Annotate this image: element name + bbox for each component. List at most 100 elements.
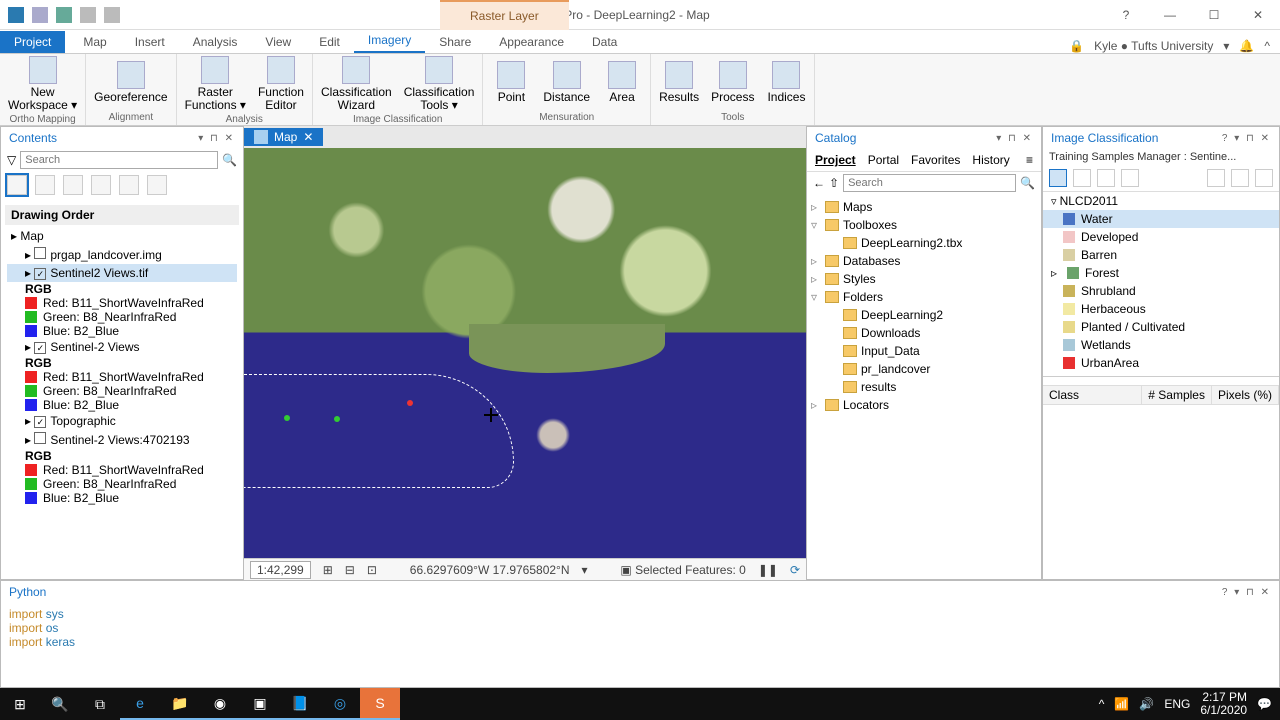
qa-open-icon[interactable] <box>32 7 48 23</box>
ic-panel-controls[interactable]: ? ▾ ⊓ ✕ <box>1222 133 1271 144</box>
task-view[interactable]: ⧉ <box>80 688 120 720</box>
taskbar-explorer[interactable]: 📁 <box>160 688 200 720</box>
list-by-drawing-order[interactable] <box>7 175 27 195</box>
catalog-maps[interactable]: ▹Maps <box>811 198 1037 216</box>
class-wetlands[interactable]: Wetlands <box>1043 336 1279 354</box>
catalog-results[interactable]: results <box>811 378 1037 396</box>
coords-dd-icon[interactable]: ▾ <box>582 563 588 577</box>
catalog-search-icon[interactable]: 🔍 <box>1020 176 1035 190</box>
class-urbanarea[interactable]: UrbanArea <box>1043 354 1279 372</box>
tab-appearance[interactable]: Appearance <box>485 31 578 53</box>
tab-view[interactable]: View <box>251 31 305 53</box>
list-by-labeling[interactable] <box>147 175 167 195</box>
panel-controls[interactable]: ▾ ⊓ ✕ <box>198 133 235 144</box>
list-by-selection[interactable] <box>63 175 83 195</box>
qa-save-icon[interactable] <box>56 7 72 23</box>
ribbon-process[interactable]: Process <box>711 61 754 104</box>
taskbar-terminal[interactable]: ▣ <box>240 688 280 720</box>
tab-data[interactable]: Data <box>578 31 631 53</box>
tab-project[interactable]: Project <box>0 31 65 53</box>
schema-root[interactable]: ▿ NLCD2011 <box>1043 192 1279 210</box>
catalog-deeplearning2[interactable]: DeepLearning2 <box>811 306 1037 324</box>
class-planted-cultivated[interactable]: Planted / Cultivated <box>1043 318 1279 336</box>
layer-topographic[interactable]: ▸ ✓Topographic <box>7 412 237 430</box>
catalog-folders[interactable]: ▿Folders <box>811 288 1037 306</box>
class-shrubland[interactable]: Shrubland <box>1043 282 1279 300</box>
catalog-styles[interactable]: ▹Styles <box>811 270 1037 288</box>
qa-undo-icon[interactable] <box>80 7 96 23</box>
up-icon[interactable]: ⇧ <box>829 176 839 190</box>
layer-sentinel-2-views[interactable]: ▸ ✓Sentinel-2 Views <box>7 338 237 356</box>
ribbon-raster[interactable]: RasterFunctions ▾ <box>185 56 246 112</box>
list-by-source[interactable] <box>35 175 55 195</box>
tab-insert[interactable]: Insert <box>121 31 179 53</box>
open-schema-icon[interactable] <box>1207 169 1225 187</box>
draw-rectangle-tool[interactable] <box>1049 169 1067 187</box>
ribbon-classification[interactable]: ClassificationWizard <box>321 56 392 112</box>
scale-selector[interactable]: 1:42,299 <box>250 561 311 579</box>
catalog-locators[interactable]: ▹Locators <box>811 396 1037 414</box>
minimize-button[interactable]: — <box>1148 0 1192 30</box>
python-panel-controls[interactable]: ? ▾ ⊓ ✕ <box>1222 587 1271 598</box>
status-tool-2[interactable]: ⊟ <box>345 563 355 577</box>
tray-wifi-icon[interactable]: 📶 <box>1114 697 1129 711</box>
draw-polygon-tool[interactable] <box>1097 169 1115 187</box>
refresh-icon[interactable]: ⟳ <box>790 563 800 577</box>
collapse-ribbon-icon[interactable]: ^ <box>1264 39 1270 53</box>
back-icon[interactable]: ← <box>813 176 825 190</box>
contents-search-input[interactable] <box>20 151 218 169</box>
ribbon-classification[interactable]: ClassificationTools ▾ <box>404 56 475 112</box>
taskbar-chrome[interactable]: ◉ <box>200 688 240 720</box>
ribbon-georeference[interactable]: Georeference <box>94 61 167 104</box>
tab-analysis[interactable]: Analysis <box>179 31 252 53</box>
tab-edit[interactable]: Edit <box>305 31 354 53</box>
ribbon-results[interactable]: Results <box>659 61 699 104</box>
layer-sentinel-2-views-4702193[interactable]: ▸ Sentinel-2 Views:4702193 <box>7 430 237 449</box>
catalog-deeplearning2-tbx[interactable]: DeepLearning2.tbx <box>811 234 1037 252</box>
class-water[interactable]: Water <box>1043 210 1279 228</box>
search-icon[interactable]: 🔍 <box>222 153 237 167</box>
ribbon-point[interactable]: Point <box>491 61 531 104</box>
tray-up-icon[interactable]: ^ <box>1099 697 1105 711</box>
save-schema-icon[interactable] <box>1255 169 1273 187</box>
catalog-tab-favorites[interactable]: Favorites <box>911 153 960 167</box>
layer-sentinel2-views-tif[interactable]: ▸ ✓Sentinel2 Views.tif <box>7 264 237 282</box>
user-name[interactable]: Kyle ● Tufts University <box>1094 39 1213 53</box>
tray-sound-icon[interactable]: 🔊 <box>1139 697 1154 711</box>
status-tool-1[interactable]: ⊞ <box>323 563 333 577</box>
filter-icon[interactable]: ▽ <box>7 153 16 167</box>
class-barren[interactable]: Barren <box>1043 246 1279 264</box>
close-map-tab-icon[interactable]: ✕ <box>303 130 313 144</box>
layer-prgap-landcover-img[interactable]: ▸ prgap_landcover.img <box>7 245 237 264</box>
map-canvas[interactable] <box>244 148 806 558</box>
catalog-toolboxes[interactable]: ▿Toolboxes <box>811 216 1037 234</box>
taskbar-app2[interactable]: ◎ <box>320 688 360 720</box>
list-by-editing[interactable] <box>91 175 111 195</box>
taskbar-edge[interactable]: e <box>120 688 160 720</box>
tray-clock[interactable]: 2:17 PM6/1/2020 <box>1200 691 1247 717</box>
catalog-panel-controls[interactable]: ▾ ⊓ ✕ <box>996 133 1033 144</box>
python-console[interactable]: import sysimport osimport keras <box>1 603 1279 653</box>
taskbar-app1[interactable]: 📘 <box>280 688 320 720</box>
qa-redo-icon[interactable] <box>104 7 120 23</box>
ribbon-distance[interactable]: Distance <box>543 61 590 104</box>
draw-circle-tool[interactable] <box>1073 169 1091 187</box>
taskbar-app3[interactable]: S <box>360 688 400 720</box>
tray-lang[interactable]: ENG <box>1164 697 1190 711</box>
catalog-search-input[interactable] <box>843 174 1016 192</box>
draw-freehand-tool[interactable] <box>1121 169 1139 187</box>
class-forest[interactable]: ▹Forest <box>1043 264 1279 282</box>
catalog-menu-icon[interactable]: ≡ <box>1026 153 1033 167</box>
close-button[interactable]: ✕ <box>1236 0 1280 30</box>
catalog-downloads[interactable]: Downloads <box>811 324 1037 342</box>
maximize-button[interactable]: ☐ <box>1192 0 1236 30</box>
status-tool-3[interactable]: ⊡ <box>367 563 377 577</box>
tab-imagery[interactable]: Imagery <box>354 29 425 53</box>
start-button[interactable]: ⊞ <box>0 688 40 720</box>
catalog-tab-project[interactable]: Project <box>815 153 856 167</box>
tab-share[interactable]: Share <box>425 31 485 53</box>
catalog-pr-landcover[interactable]: pr_landcover <box>811 360 1037 378</box>
notifications-icon[interactable]: 🔔 <box>1239 39 1254 53</box>
ribbon-new[interactable]: NewWorkspace ▾ <box>8 56 77 112</box>
context-tab-raster[interactable]: Raster Layer <box>440 0 569 30</box>
